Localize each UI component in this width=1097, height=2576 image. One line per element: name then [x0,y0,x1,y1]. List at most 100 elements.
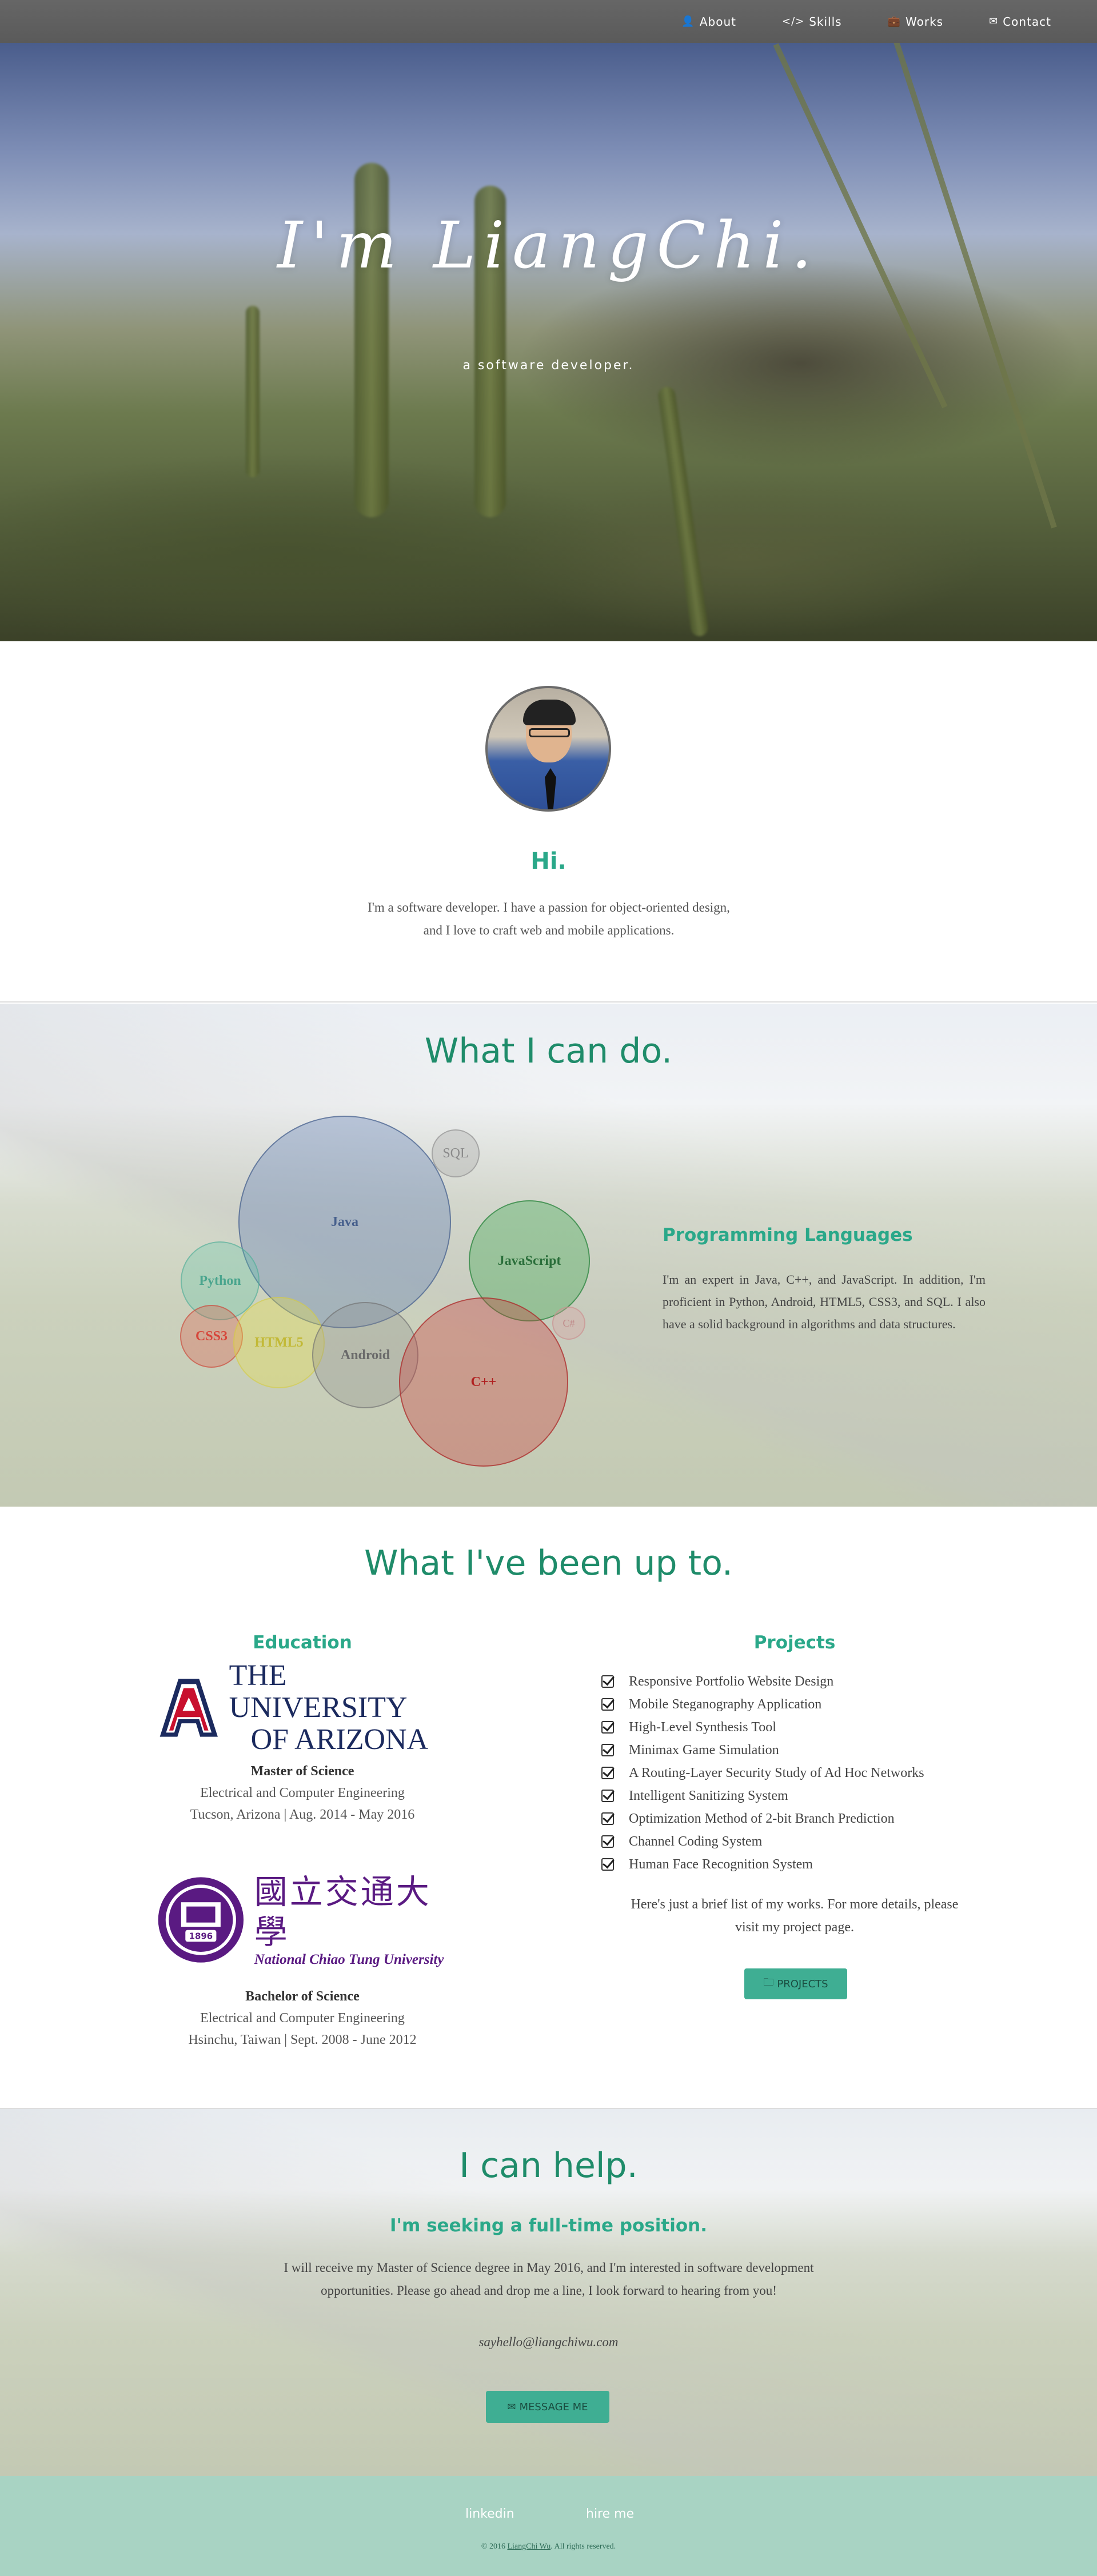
experience-title: What I've been up to. [364,1543,733,1583]
hero-section: I'm LiangChi. a software developer. [0,43,1097,641]
envelope-icon: ✉ [507,2401,516,2413]
arizona-name-line2: OF ARIZONA [250,1723,429,1756]
degree-title: Master of Science [250,1764,354,1779]
checkbox-icon [601,1858,614,1871]
nctu-seal-year: 1896 [189,1931,213,1942]
about-text: I'm a software developer. I have a passi… [368,900,730,937]
message-me-button[interactable]: ✉ MESSAGE ME [486,2391,609,2423]
degree-field: Electrical and Computer Engineering [200,1786,405,1800]
checkbox-icon [601,1721,614,1734]
footer-link-hire-me[interactable]: hire me [586,2507,634,2521]
skills-heading: Programming Languages [663,1225,913,1245]
nav-skills[interactable]: </> Skills [759,15,865,29]
nctu-name-cn: 國立交通大學 [254,1872,432,1951]
project-name: Responsive Portfolio Website Design [629,1674,834,1689]
avatar-hair [523,700,576,725]
footer-link-linkedin[interactable]: linkedin [465,2507,514,2521]
projects-list: Responsive Portfolio Website Design Mobi… [601,1670,924,1876]
nav-contact[interactable]: ✉ Contact [966,15,1074,29]
checkbox-icon [601,1790,614,1802]
hero-branch [892,43,1057,529]
checkbox-icon [601,1675,614,1688]
projects-note: Here's just a brief list of my works. Fo… [631,1897,959,1935]
bubble-html5[interactable]: HTML5 [233,1297,325,1388]
bubble-java[interactable]: Java [238,1116,451,1328]
hero-subtitle: a software developer. [462,358,635,373]
avatar-glasses [529,728,570,737]
list-item: Responsive Portfolio Website Design [601,1670,924,1693]
nav-works[interactable]: 💼 Works [865,15,967,29]
bubble-label: HTML5 [254,1335,304,1350]
project-name: Human Face Recognition System [629,1857,813,1872]
degree-masters: Master of Science Electrical and Compute… [135,1760,470,1826]
project-name: High-Level Synthesis Tool [629,1720,776,1735]
nctu-logo: 1896 國立交通大學 National Chiao Tung Universi… [155,1871,453,1968]
skills-text: I'm an expert in Java, C++, and JavaScri… [663,1272,986,1331]
list-item: A Routing-Layer Security Study of Ad Hoc… [601,1762,924,1784]
projects-button[interactable]: 🗀 PROJECTS [744,1968,847,1999]
bubble-csharp[interactable]: C# [552,1307,585,1340]
arizona-name: THE UNIVERSITY OF ARIZONA [229,1660,449,1756]
user-icon: 👤 [681,15,695,27]
project-name: Channel Coding System [629,1834,763,1849]
hero-cactus [246,306,260,477]
folder-icon: 🗀 [763,1976,774,1988]
arizona-a-icon [159,1679,218,1737]
skills-section: What I can do. Java SQL JavaScript Pytho… [0,1004,1097,1507]
project-name: Mobile Steganography Application [629,1697,822,1712]
list-item: Human Face Recognition System [601,1853,924,1876]
nav-contact-label: Contact [1003,14,1051,29]
checkbox-icon [601,1767,614,1779]
list-item: Optimization Method of 2-bit Branch Pred… [601,1807,924,1830]
contact-section: I can help. I'm seeking a full-time posi… [0,2109,1097,2476]
footer-copyright: © 2016 LiangChi Wu. All rights reserved. [0,2542,1097,2551]
degree-bachelors: Bachelor of Science Electrical and Compu… [135,1986,470,2051]
bubble-label: Python [199,1273,241,1288]
projects-heading: Projects [753,1632,836,1653]
briefcase-icon: 💼 [887,15,901,27]
degree-detail: Hsinchu, Taiwan | Sept. 2008 - June 2012 [188,2032,417,2047]
top-navbar: 👤 About </> Skills 💼 Works ✉ Contact [0,0,1097,43]
about-heading: Hi. [530,848,567,874]
list-item: Minimax Game Simulation [601,1739,924,1762]
degree-title: Bachelor of Science [245,1989,360,2004]
copyright-author-link[interactable]: LiangChi Wu [507,2542,551,2551]
university-of-arizona-logo: THE UNIVERSITY OF ARIZONA [158,1660,449,1756]
bubble-label: C++ [470,1374,497,1389]
project-name: Intelligent Sanitizing System [629,1788,788,1803]
message-me-label: MESSAGE ME [519,2401,588,2413]
avatar [485,686,611,812]
avatar-tie [545,768,556,809]
nav-skills-label: Skills [809,14,842,29]
experience-section: What I've been up to. Education THE UNIV… [0,1507,1097,2109]
bubble-cpp[interactable]: C++ [399,1297,568,1467]
hero-title: I'm LiangChi. [277,209,820,283]
list-item: Channel Coding System [601,1830,924,1853]
arizona-name-line1: THE UNIVERSITY [229,1659,408,1724]
checkbox-icon [601,1744,614,1756]
contact-subtitle: I'm seeking a full-time position. [389,2215,708,2236]
nav-about[interactable]: 👤 About [659,15,759,29]
bubble-sql[interactable]: SQL [432,1129,480,1177]
checkbox-icon [601,1698,614,1711]
footer: linkedin hire me © 2016 LiangChi Wu. All… [0,2476,1097,2576]
checkbox-icon [601,1835,614,1848]
contact-email[interactable]: sayhello@liangchiwu.com [0,2335,1097,2350]
bubble-label: Java [331,1214,358,1229]
skills-title: What I can do. [424,1031,673,1071]
nav-works-label: Works [905,14,944,29]
hero-cactus [657,386,709,637]
envelope-icon: ✉ [989,15,999,27]
checkbox-icon [601,1812,614,1825]
about-section: Hi. I'm a software developer. I have a p… [0,641,1097,1003]
project-name: A Routing-Layer Security Study of Ad Hoc… [629,1766,924,1780]
degree-detail: Tucson, Arizona | Aug. 2014 - May 2016 [190,1807,415,1822]
project-name: Optimization Method of 2-bit Branch Pred… [629,1811,895,1826]
copyright-suffix: . All rights reserved. [551,2542,616,2551]
nav-about-label: About [699,14,736,29]
list-item: Intelligent Sanitizing System [601,1784,924,1807]
list-item: Mobile Steganography Application [601,1693,924,1716]
contact-title: I can help. [459,2146,638,2186]
code-icon: </> [781,15,805,27]
nctu-name-en: National Chiao Tung University [254,1952,444,1967]
